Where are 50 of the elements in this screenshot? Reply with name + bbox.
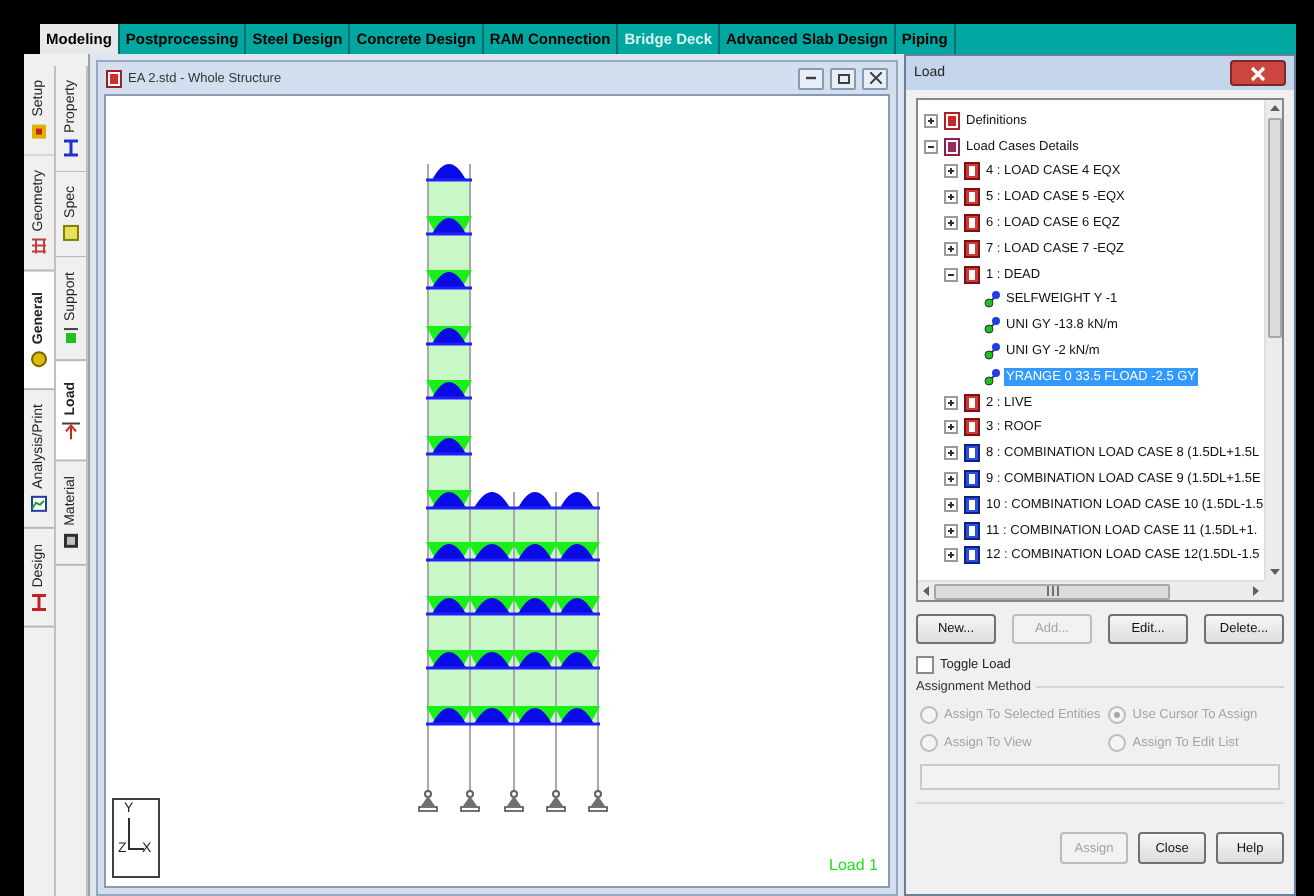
axis-lines-icon xyxy=(128,818,144,850)
expand-icon[interactable] xyxy=(944,164,958,179)
expand-icon[interactable] xyxy=(944,190,958,205)
load-item-icon xyxy=(984,290,1000,309)
scrollbar-thumb[interactable] xyxy=(934,583,1170,599)
expand-icon[interactable] xyxy=(944,446,958,461)
maximize-button[interactable] xyxy=(830,67,856,89)
expand-icon[interactable] xyxy=(944,523,958,538)
tab-icon xyxy=(30,350,48,369)
right-arrow-icon xyxy=(1248,582,1264,600)
tab-icon xyxy=(62,531,80,550)
tab-icon xyxy=(62,138,80,157)
horizontal-scrollbar[interactable] xyxy=(918,580,1264,600)
tab-icon xyxy=(30,495,48,514)
document-icon xyxy=(106,69,122,87)
expand-icon[interactable] xyxy=(944,420,958,435)
expand-icon[interactable] xyxy=(944,472,958,487)
load-item-icon xyxy=(984,316,1000,335)
expand-icon[interactable] xyxy=(944,241,958,256)
close-button[interactable] xyxy=(862,67,888,89)
expand-icon[interactable] xyxy=(944,497,958,512)
down-arrow-icon xyxy=(1265,564,1283,580)
tab-icon xyxy=(62,421,80,440)
scrollbar-thumb[interactable] xyxy=(1267,118,1281,338)
grip-icon xyxy=(1045,586,1059,596)
maximize-icon xyxy=(837,73,849,83)
close-button[interactable] xyxy=(1230,60,1286,86)
close-icon xyxy=(869,72,881,84)
minimize-button[interactable] xyxy=(798,67,824,89)
tab-icon xyxy=(30,122,48,141)
tab-icon xyxy=(30,238,48,257)
vertical-scrollbar[interactable] xyxy=(1264,100,1282,580)
expand-icon[interactable] xyxy=(944,216,958,231)
load-label: Load 1 xyxy=(829,856,878,874)
toggle-load-checkbox[interactable] xyxy=(916,656,934,674)
load-item-icon xyxy=(984,342,1000,361)
expand-icon[interactable] xyxy=(944,395,958,410)
up-arrow-icon xyxy=(1265,100,1283,116)
tab-icon xyxy=(62,224,80,243)
close-icon xyxy=(1250,65,1266,81)
collapse-icon[interactable] xyxy=(944,267,958,282)
expand-icon[interactable] xyxy=(944,548,958,563)
minimize-icon xyxy=(806,76,816,80)
tab-icon xyxy=(30,592,48,611)
expand-icon[interactable] xyxy=(924,113,938,128)
tab-icon xyxy=(62,327,80,346)
load-item-icon xyxy=(984,367,1000,386)
left-arrow-icon xyxy=(918,582,934,600)
input-field[interactable] xyxy=(920,764,1280,790)
collapse-icon[interactable] xyxy=(924,139,938,154)
